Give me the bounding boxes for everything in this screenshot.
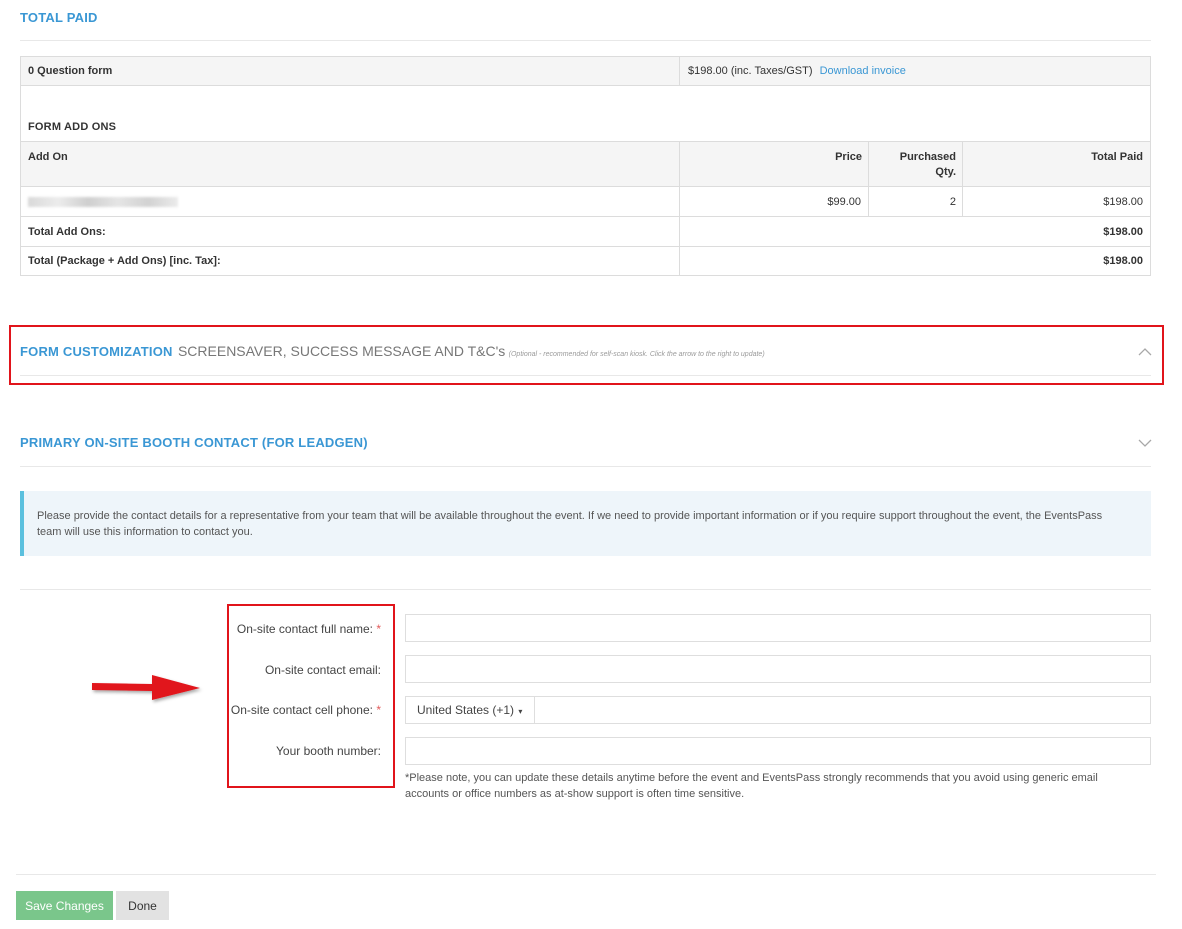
- form-addons-heading: FORM ADD ONS: [28, 121, 117, 133]
- divider: [20, 466, 1151, 467]
- required-mark: *: [376, 703, 381, 717]
- chevron-up-icon[interactable]: [1138, 347, 1152, 357]
- info-alert-text: Please provide the contact details for a…: [37, 510, 1103, 538]
- addon-price: $99.00: [827, 196, 861, 208]
- booth-number-input[interactable]: [405, 737, 1151, 765]
- contact-note: *Please note, you can update these detai…: [405, 772, 1098, 800]
- divider: [20, 40, 1151, 41]
- form-customization-header[interactable]: FORM CUSTOMIZATION SCREENSAVER, SUCCESS …: [20, 343, 765, 359]
- divider: [16, 874, 1156, 875]
- form-customization-subtitle: SCREENSAVER, SUCCESS MESSAGE AND T&C's: [177, 343, 506, 359]
- total-addons-label: Total Add Ons:: [28, 226, 106, 238]
- full-name-input[interactable]: [405, 614, 1151, 642]
- col-total-paid: Total Paid: [1091, 151, 1143, 163]
- full-name-label: On-site contact full name: *: [228, 622, 381, 636]
- country-code-value: United States (+1): [417, 703, 515, 717]
- phone-input-group: United States (+1) ▾: [405, 696, 1151, 724]
- phone-label: On-site contact cell phone: *: [218, 703, 381, 717]
- divider: [20, 375, 1151, 376]
- grand-total-label: Total (Package + Add Ons) [inc. Tax]:: [28, 255, 221, 267]
- caret-down-icon: ▾: [518, 707, 523, 716]
- download-invoice-link[interactable]: Download invoice: [820, 65, 906, 77]
- form-customization-note: (Optional - recommended for self-scan ki…: [508, 351, 765, 358]
- country-code-select[interactable]: United States (+1) ▾: [406, 697, 535, 723]
- booth-number-label: Your booth number:: [276, 744, 381, 758]
- divider: [20, 589, 1151, 590]
- addon-name-redacted: [28, 197, 178, 207]
- col-price: Price: [835, 151, 862, 163]
- full-name-label-text: On-site contact full name:: [236, 622, 373, 636]
- phone-label-text: On-site contact cell phone:: [230, 703, 373, 717]
- form-customization-title: FORM CUSTOMIZATION: [20, 344, 173, 359]
- info-alert: Please provide the contact details for a…: [20, 491, 1151, 556]
- col-addon: Add On: [28, 151, 68, 163]
- done-button[interactable]: Done: [116, 891, 169, 920]
- total-addons-value: $198.00: [1103, 226, 1143, 238]
- booth-contact-title[interactable]: PRIMARY ON-SITE BOOTH CONTACT (FOR LEADG…: [20, 435, 368, 450]
- email-input[interactable]: [405, 655, 1151, 683]
- grand-total-value: $198.00: [1103, 255, 1143, 267]
- col-qty-2: Qty.: [935, 166, 956, 178]
- red-arrow-icon: [92, 675, 200, 700]
- form-name: 0 Question form: [28, 65, 113, 77]
- total-paid-heading: TOTAL PAID: [20, 10, 98, 25]
- col-qty-1: Purchased: [899, 151, 956, 163]
- phone-input[interactable]: [536, 697, 1150, 723]
- chevron-down-icon[interactable]: [1138, 438, 1152, 448]
- amount-text: $198.00 (inc. Taxes/GST): [688, 65, 813, 77]
- amount-paid: $198.00 (inc. Taxes/GST) Download invoic…: [688, 65, 906, 77]
- addon-qty: 2: [949, 196, 956, 208]
- email-label: On-site contact email:: [264, 663, 381, 677]
- save-changes-button[interactable]: Save Changes: [16, 891, 113, 920]
- required-mark: *: [376, 622, 381, 636]
- addon-total: $198.00: [1103, 196, 1143, 208]
